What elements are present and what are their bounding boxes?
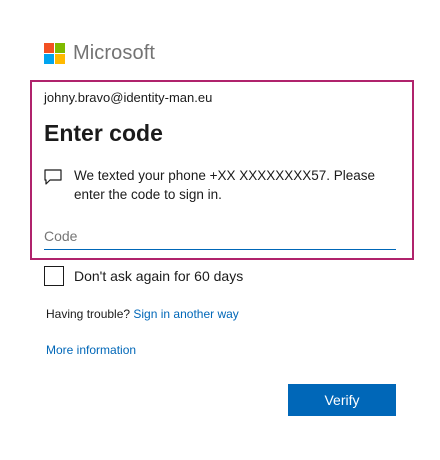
code-input[interactable] xyxy=(44,224,396,250)
page-title: Enter code xyxy=(44,120,163,146)
trouble-prefix: Having trouble? xyxy=(46,307,134,321)
sign-in-another-way-link[interactable]: Sign in another way xyxy=(133,307,238,321)
more-information-wrapper: More information xyxy=(46,343,136,357)
verify-button[interactable]: Verify xyxy=(288,384,396,416)
remember-label: Don't ask again for 60 days xyxy=(74,268,244,284)
trouble-line: Having trouble? Sign in another way xyxy=(46,307,239,321)
more-information-link[interactable]: More information xyxy=(46,343,136,357)
remember-checkbox[interactable] xyxy=(44,266,64,286)
remember-option[interactable]: Don't ask again for 60 days xyxy=(44,266,243,286)
brand-header: Microsoft xyxy=(44,42,155,65)
chat-bubble-icon xyxy=(44,169,62,185)
user-identity: johny.bravo@identity-man.eu xyxy=(44,90,213,105)
sms-message-text: We texted your phone +XX XXXXXXXX57. Ple… xyxy=(74,168,376,202)
sms-message: We texted your phone +XX XXXXXXXX57. Ple… xyxy=(44,166,404,204)
microsoft-logo-icon xyxy=(44,43,65,64)
brand-name: Microsoft xyxy=(73,42,156,64)
signin-page: Microsoft johny.bravo@identity-man.eu En… xyxy=(0,0,440,460)
